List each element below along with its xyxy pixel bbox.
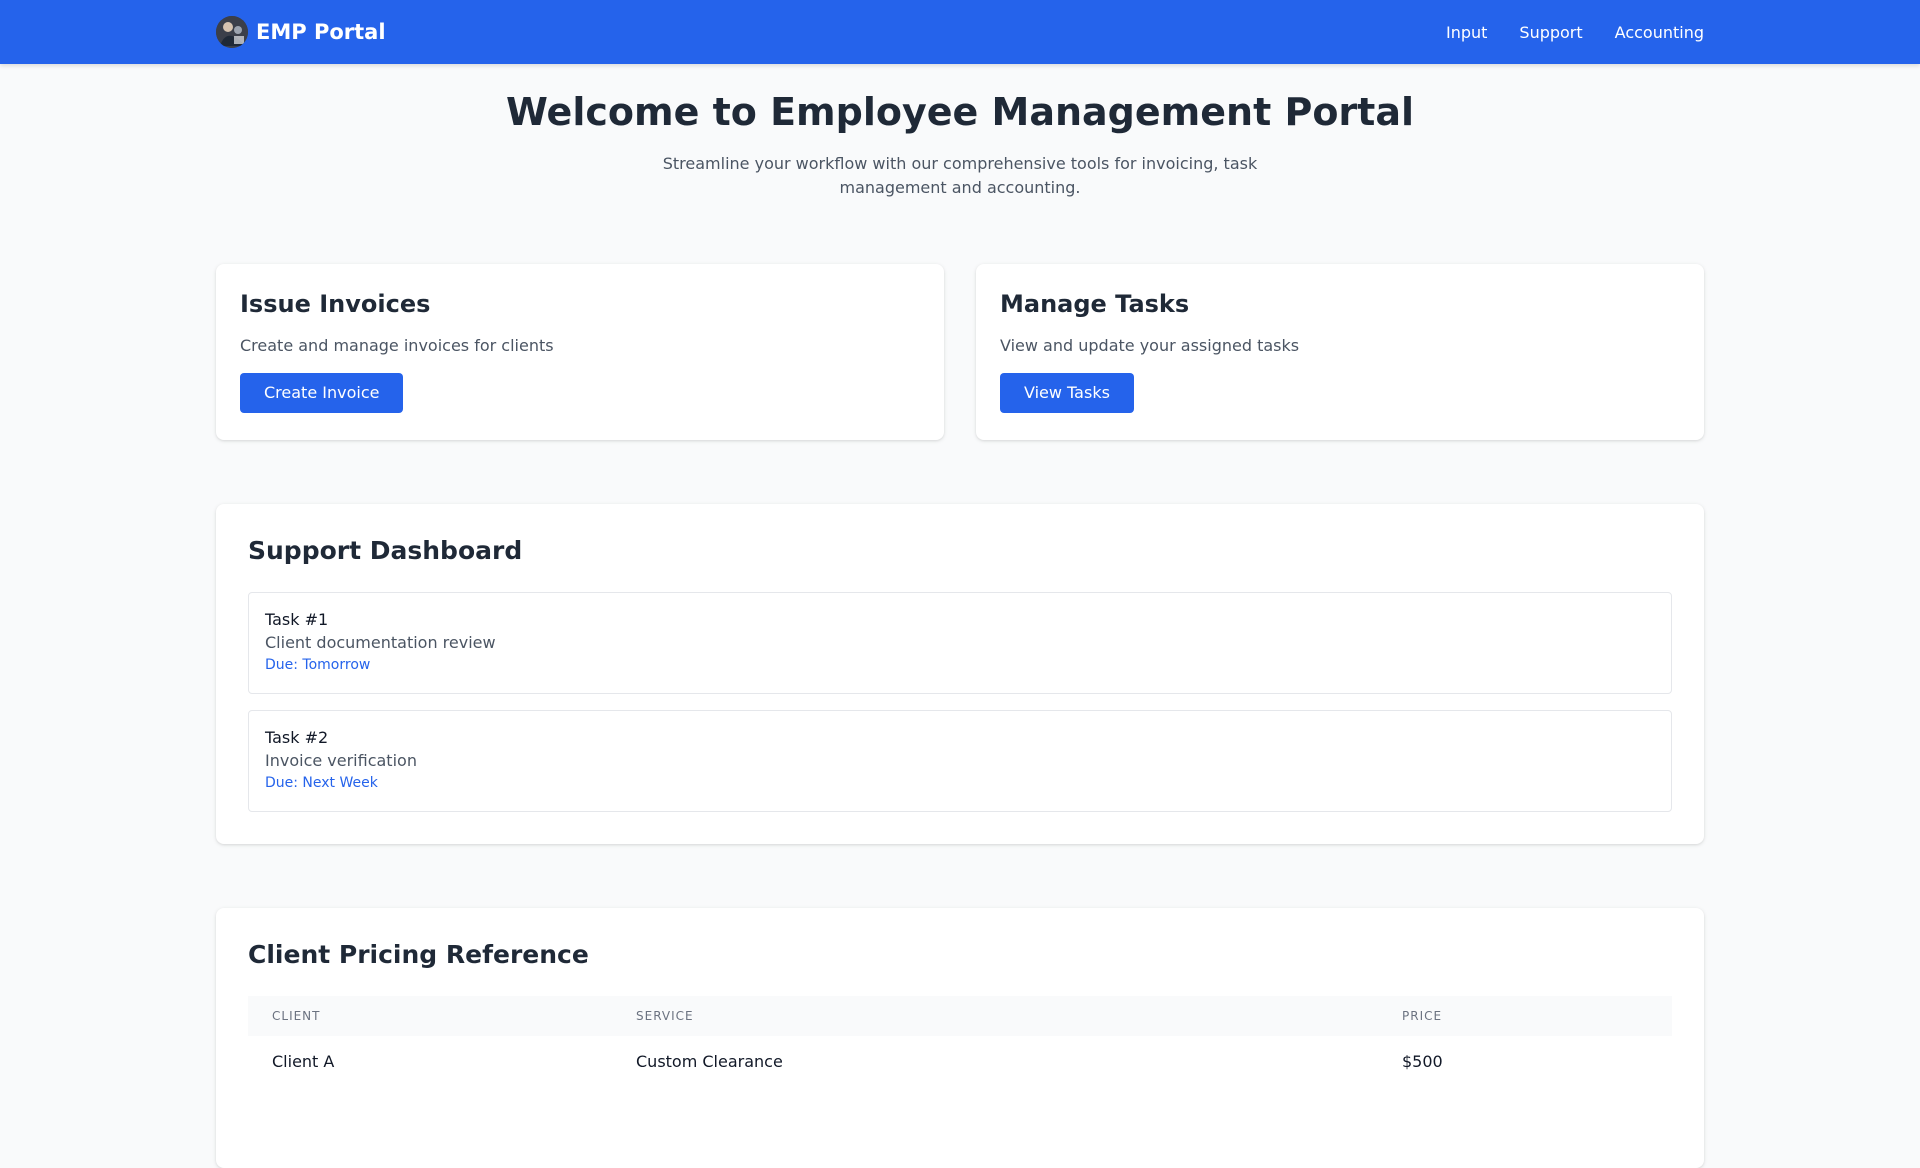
nav-link-accounting[interactable]: Accounting xyxy=(1615,23,1704,42)
task-item[interactable]: Task #1 Client documentation review Due:… xyxy=(248,592,1672,694)
nav-link-input[interactable]: Input xyxy=(1446,23,1487,42)
card-description: View and update your assigned tasks xyxy=(1000,336,1300,355)
task-title: Task #2 xyxy=(265,728,329,747)
nav-link-support[interactable]: Support xyxy=(1519,23,1582,42)
pricing-table: CLIENT SERVICE PRICE Client A Custom Cle… xyxy=(248,996,1672,1088)
top-navbar: EMP Portal Input Support Accounting xyxy=(0,0,1920,64)
task-description: Client documentation review xyxy=(265,633,496,652)
avatar-logo-icon xyxy=(216,16,248,48)
client-pricing-card: Client Pricing Reference CLIENT SERVICE … xyxy=(216,908,1704,1168)
card-description: Create and manage invoices for clients xyxy=(240,336,554,355)
cell-price: $500 xyxy=(1402,1052,1443,1071)
card-title: Manage Tasks xyxy=(1000,290,1190,318)
card-title: Issue Invoices xyxy=(240,290,431,318)
cell-service: Custom Clearance xyxy=(636,1052,783,1071)
cell-client: Client A xyxy=(272,1052,335,1071)
brand-name: EMP Portal xyxy=(256,20,386,44)
task-item[interactable]: Task #2 Invoice verification Due: Next W… xyxy=(248,710,1672,812)
task-due-date: Due: Tomorrow xyxy=(265,657,371,673)
task-due-date: Due: Next Week xyxy=(265,775,378,791)
table-header: CLIENT SERVICE PRICE xyxy=(248,996,1672,1036)
column-header-client: CLIENT xyxy=(272,1009,321,1023)
nav-links: Input Support Accounting xyxy=(1414,0,1704,64)
table-row[interactable]: Client A Custom Clearance $500 xyxy=(248,1036,1672,1088)
page-subtitle: Streamline your workflow with our compre… xyxy=(662,154,1258,197)
task-description: Invoice verification xyxy=(265,751,417,770)
support-dashboard: Support Dashboard Task #1 Client documen… xyxy=(216,504,1704,844)
brand[interactable]: EMP Portal xyxy=(216,16,386,48)
section-title: Support Dashboard xyxy=(248,536,523,565)
page-title: Welcome to Employee Management Portal xyxy=(506,90,1414,134)
manage-tasks-card: Manage Tasks View and update your assign… xyxy=(976,264,1704,440)
column-header-price: PRICE xyxy=(1402,1009,1443,1023)
task-title: Task #1 xyxy=(265,610,329,629)
view-tasks-button[interactable]: View Tasks xyxy=(1000,373,1134,413)
create-invoice-button[interactable]: Create Invoice xyxy=(240,373,404,413)
section-title: Client Pricing Reference xyxy=(248,940,589,969)
issue-invoices-card: Issue Invoices Create and manage invoice… xyxy=(216,264,944,440)
column-header-service: SERVICE xyxy=(636,1009,694,1023)
